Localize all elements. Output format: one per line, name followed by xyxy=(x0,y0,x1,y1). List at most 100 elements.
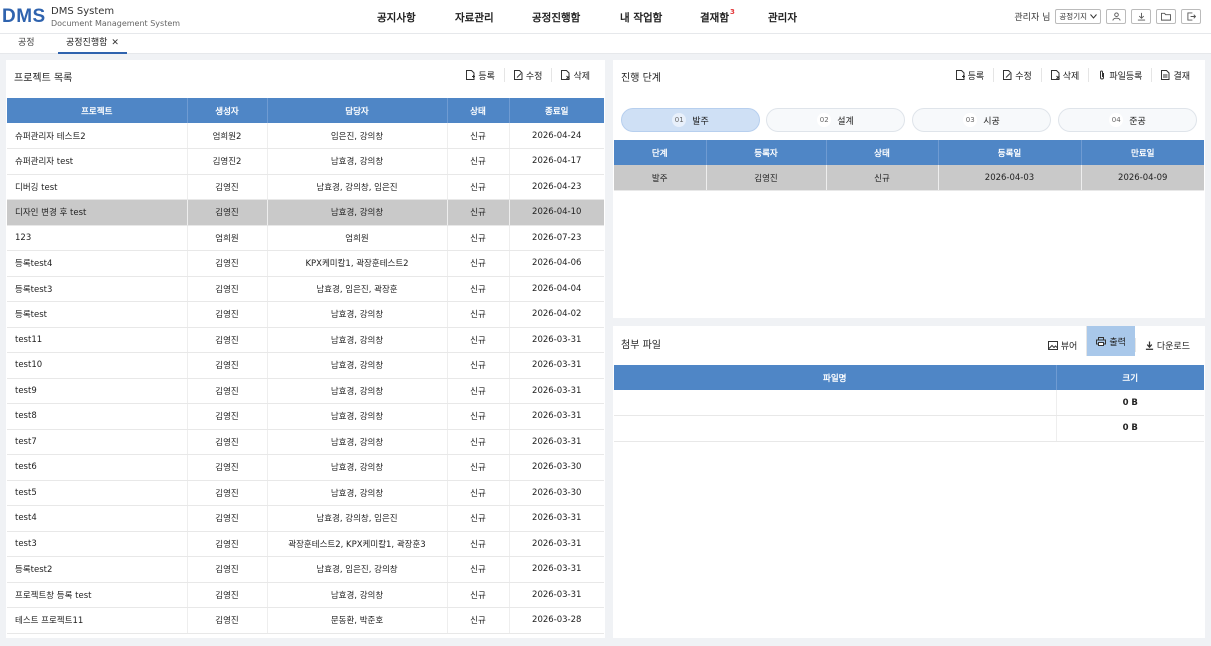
assignee-cell: 남효경, 강의창 xyxy=(267,480,448,506)
column-header[interactable]: 담당자 xyxy=(267,98,448,123)
project-row[interactable]: 테스트 프로젝트11 김영진 문동환, 박준호 신규 2026-03-28 xyxy=(7,607,604,634)
project-name-cell: 디버깅 test xyxy=(7,174,188,200)
site-select[interactable]: 공정기지 xyxy=(1055,8,1101,24)
end-date-cell: 2026-04-24 xyxy=(509,123,604,149)
project-row[interactable]: 슈퍼관리자 test 김영진2 남효경, 강의창 신규 2026-04-17 xyxy=(7,148,604,175)
project-row[interactable]: 슈퍼관리자 테스트2 엄희원2 임은진, 강의창 신규 2026-04-24 xyxy=(7,123,604,149)
project-row[interactable]: test8 김영진 남효경, 강의창 신규 2026-03-31 xyxy=(7,403,604,430)
project-name-cell: test9 xyxy=(7,378,188,404)
status-cell: 신규 xyxy=(826,165,939,191)
column-header[interactable]: 단계 xyxy=(614,140,707,165)
file-edit-icon xyxy=(513,70,523,80)
stage-row[interactable]: 발주 김영진 신규 2026-04-03 2026-04-09 xyxy=(614,165,1204,191)
column-header[interactable]: 만료일 xyxy=(1081,140,1204,165)
end-date-cell: 2026-03-31 xyxy=(509,352,604,379)
creator-cell: 김영진 xyxy=(187,607,268,634)
column-header[interactable]: 생성자 xyxy=(187,98,268,123)
user-button[interactable] xyxy=(1106,8,1126,24)
project-panel-header: 프로젝트 목록 등록 수정 삭제 xyxy=(6,60,605,90)
project-row[interactable]: test5 김영진 남효경, 강의창 신규 2026-03-30 xyxy=(7,480,604,506)
stage-actions: 등록 수정 삭제 파일등록 결재 xyxy=(947,68,1199,82)
folder-button[interactable] xyxy=(1156,8,1176,24)
project-row[interactable]: 디버깅 test 김영진 남효경, 강의창, 임은진 신규 2026-04-23 xyxy=(7,174,604,200)
nav-notice[interactable]: 공지사항 xyxy=(377,10,416,25)
nav-admin[interactable]: 관리자 xyxy=(768,10,797,25)
project-row[interactable]: 등록test4 김영진 KPX케미칼1, 곽장훈테스트2 신규 2026-04-06 xyxy=(7,250,604,277)
project-row[interactable]: test11 김영진 남효경, 강의창 신규 2026-03-31 xyxy=(7,327,604,353)
file-row[interactable]: 0 B xyxy=(614,415,1204,442)
file-download-button[interactable]: 다운로드 xyxy=(1134,338,1199,352)
column-header[interactable]: 프로젝트 xyxy=(7,98,188,123)
print-button[interactable]: 출력 xyxy=(1086,326,1135,356)
logo[interactable]: DMS xyxy=(2,6,46,28)
creator-cell: 김영진 xyxy=(187,352,268,379)
stage-register-button[interactable]: 등록 xyxy=(947,68,994,82)
download-button[interactable] xyxy=(1131,8,1151,24)
project-row[interactable]: 등록test 김영진 남효경, 강의창 신규 2026-04-02 xyxy=(7,301,604,328)
assignee-cell: 남효경, 강의창 xyxy=(267,148,448,175)
column-header[interactable]: 등록자 xyxy=(706,140,827,165)
nav-process-box[interactable]: 공정진행함 xyxy=(532,10,580,25)
project-row[interactable]: test6 김영진 남효경, 강의창 신규 2026-03-30 xyxy=(7,454,604,481)
column-header[interactable]: 종료일 xyxy=(509,98,604,123)
status-cell: 신규 xyxy=(447,429,510,455)
project-panel-title: 프로젝트 목록 xyxy=(14,73,73,84)
download-icon xyxy=(1145,340,1153,350)
stage-table-header: 단계 등록자 상태 등록일 만료일 xyxy=(614,140,1204,165)
viewer-button[interactable]: 뷰어 xyxy=(1039,338,1087,352)
end-date-cell: 2026-04-10 xyxy=(509,199,604,226)
column-header[interactable]: 크기 xyxy=(1056,365,1204,390)
tab-bar: 공정 공정진행함 ✕ xyxy=(0,34,1211,54)
approve-button[interactable]: 결재 xyxy=(1151,68,1199,82)
project-row[interactable]: 프로젝트창 등록 test 김영진 남효경, 강의창 신규 2026-03-31 xyxy=(7,582,604,608)
end-date-cell: 2026-03-30 xyxy=(509,480,604,506)
project-row[interactable]: test10 김영진 남효경, 강의창 신규 2026-03-31 xyxy=(7,352,604,379)
project-row[interactable]: test9 김영진 남효경, 강의창 신규 2026-03-31 xyxy=(7,378,604,404)
project-delete-button[interactable]: 삭제 xyxy=(551,68,599,82)
stage-tab-design[interactable]: 02 설계 xyxy=(766,108,905,132)
stage-delete-button[interactable]: 삭제 xyxy=(1040,68,1089,82)
logout-button[interactable] xyxy=(1181,8,1201,24)
nav-data-management[interactable]: 자료관리 xyxy=(455,10,494,25)
status-cell: 신규 xyxy=(447,531,510,557)
creator-cell: 엄희원 xyxy=(187,225,268,251)
site-select-value: 공정기지 xyxy=(1059,11,1087,21)
project-row[interactable]: test3 김영진 곽장훈테스트2, KPX케미칼1, 곽장훈3 신규 2026-03-… xyxy=(7,531,604,557)
tab-process[interactable]: 공정 xyxy=(10,34,43,54)
project-name-cell: test5 xyxy=(7,480,188,506)
project-name-cell: 슈퍼관리자 테스트2 xyxy=(7,123,188,149)
project-name-cell: 등록test2 xyxy=(7,556,188,583)
app-name: DMS System xyxy=(51,6,115,17)
status-cell: 신규 xyxy=(447,403,510,430)
project-row[interactable]: 등록test3 김영진 남효경, 임은진, 곽장훈 신규 2026-04-04 xyxy=(7,276,604,302)
column-header[interactable]: 상태 xyxy=(826,140,939,165)
logo-text: DMS System Document Management System xyxy=(51,6,180,30)
project-edit-button[interactable]: 수정 xyxy=(503,68,552,82)
file-register-button[interactable]: 파일등록 xyxy=(1088,68,1151,82)
nav-approval[interactable]: 결재함3 xyxy=(700,8,735,25)
stage-tab-completion[interactable]: 04 준공 xyxy=(1058,108,1197,132)
stage-tab-construction[interactable]: 03 시공 xyxy=(912,108,1051,132)
project-row[interactable]: 디자인 변경 후 test 김영진 남효경, 강의창 신규 2026-04-10 xyxy=(7,199,604,226)
status-cell: 신규 xyxy=(447,148,510,175)
column-header[interactable]: 파일명 xyxy=(614,365,1057,390)
stage-tab-order[interactable]: 01 발주 xyxy=(621,108,760,132)
project-row[interactable]: test4 김영진 남효경, 강의창, 임은진 신규 2026-03-31 xyxy=(7,505,604,532)
creator-cell: 김영진 xyxy=(187,174,268,200)
creator-cell: 김영진 xyxy=(187,556,268,583)
project-row[interactable]: 등록test2 김영진 남효경, 임은진, 강의창 신규 2026-03-31 xyxy=(7,556,604,583)
tab-close-icon[interactable]: ✕ xyxy=(111,38,119,48)
file-row[interactable]: 0 B xyxy=(614,390,1204,416)
status-cell: 신규 xyxy=(447,327,510,353)
project-row[interactable]: 123 엄희원 엄희원 신규 2026-07-23 xyxy=(7,225,604,251)
project-row[interactable]: test7 김영진 남효경, 강의창 신규 2026-03-31 xyxy=(7,429,604,455)
column-header[interactable]: 등록일 xyxy=(938,140,1082,165)
stage-edit-button[interactable]: 수정 xyxy=(993,68,1041,82)
project-name-cell: 등록test xyxy=(7,301,188,328)
column-header[interactable]: 상태 xyxy=(447,98,510,123)
project-actions: 등록 수정 삭제 xyxy=(457,68,599,82)
assignee-cell: 남효경, 강의창 xyxy=(267,352,448,379)
tab-process-box[interactable]: 공정진행함 ✕ xyxy=(58,34,127,54)
nav-my-work[interactable]: 내 작업함 xyxy=(620,10,662,25)
project-register-button[interactable]: 등록 xyxy=(457,68,504,82)
